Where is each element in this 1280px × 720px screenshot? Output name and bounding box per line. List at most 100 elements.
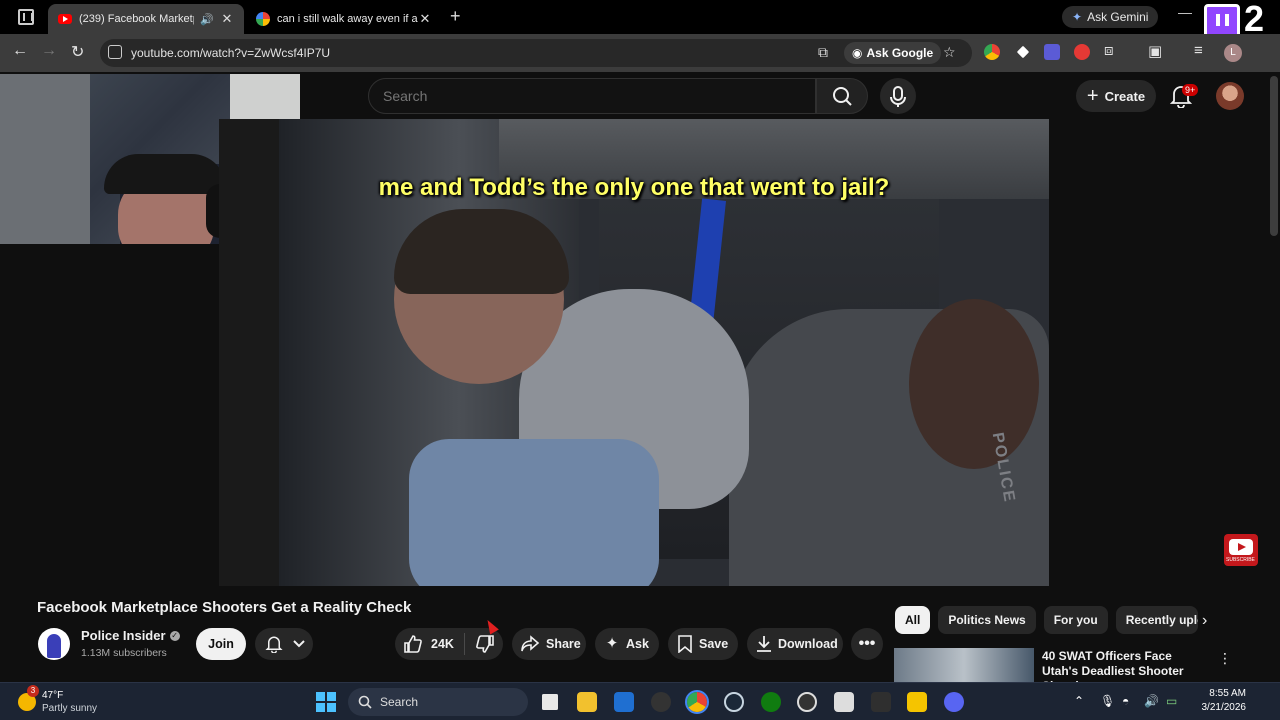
new-tab-icon[interactable]: + <box>450 6 461 27</box>
url-text[interactable]: youtube.com/watch?v=ZwWcsf4IP7U <box>131 46 330 60</box>
search-icon <box>358 695 372 709</box>
extension-twitch-icon[interactable] <box>1044 44 1060 60</box>
chip-politics-news[interactable]: Politics News <box>938 606 1036 634</box>
taskbar-search[interactable]: Search <box>348 688 528 716</box>
microphone-tray-icon[interactable]: 🎙 <box>1100 694 1115 708</box>
chip-for-you[interactable]: For you <box>1043 606 1108 634</box>
share-label: Share <box>546 637 581 651</box>
obs-icon[interactable] <box>651 692 671 712</box>
channel-name-row[interactable]: Police Insider ✓ <box>81 628 180 643</box>
tab-youtube[interactable]: (239) Facebook Marketplac 🔊 ✕ <box>48 4 244 34</box>
address-bar[interactable]: youtube.com/watch?v=ZwWcsf4IP7U ⧉ ◉ Ask … <box>100 39 972 67</box>
speaker-icon[interactable]: 🔊 <box>200 13 214 26</box>
search-input[interactable] <box>369 79 815 113</box>
back-icon[interactable]: ← <box>12 42 28 60</box>
microphone-icon <box>890 86 906 107</box>
tab-title: (239) Facebook Marketplac <box>79 13 194 25</box>
chrome-icon[interactable] <box>685 690 709 714</box>
close-tab-icon[interactable]: ✕ <box>418 11 432 27</box>
save-button[interactable]: Save <box>668 628 738 660</box>
ask-gemini-button[interactable]: ✦ Ask Gemini <box>1062 6 1159 28</box>
download-button[interactable]: Download <box>747 628 843 660</box>
thumbs-up-icon[interactable] <box>403 634 423 654</box>
reading-list-icon[interactable]: ≡ <box>1194 42 1203 59</box>
system-clock[interactable]: 8:55 AM 3/21/2026 <box>1180 687 1247 715</box>
webcam-wall <box>0 74 90 244</box>
google-favicon-icon <box>256 12 270 26</box>
side-panel-icon[interactable]: ▣ <box>1148 42 1162 60</box>
tab-google[interactable]: can i still walk away even if a co ✕ <box>246 4 442 34</box>
save-label: Save <box>699 637 729 651</box>
cast-icon[interactable]: ⧉ <box>818 44 828 61</box>
extension-diamond-icon[interactable] <box>1016 45 1030 59</box>
webcam-cap <box>104 154 226 194</box>
search-button[interactable] <box>816 78 868 114</box>
channel-avatar[interactable] <box>38 628 70 660</box>
share-button[interactable]: Share <box>512 628 586 660</box>
ubisoft-icon[interactable] <box>797 692 817 712</box>
task-view-icon[interactable] <box>542 694 558 710</box>
more-actions-button[interactable]: ••• <box>851 628 883 660</box>
volume-icon[interactable]: 🔊 <box>1144 694 1159 708</box>
page-scrollbar[interactable] <box>1270 76 1278 236</box>
like-count[interactable]: 24K <box>431 637 454 651</box>
gemini-sparkle-icon: ✦ <box>1072 10 1083 24</box>
ask-button[interactable]: ✦ Ask <box>595 628 659 660</box>
thumbs-down-icon[interactable] <box>475 634 495 654</box>
reload-icon[interactable]: ↻ <box>71 42 84 62</box>
extension-red-icon[interactable] <box>1074 44 1090 60</box>
channel-name[interactable]: Police Insider <box>81 628 166 643</box>
recommendation-thumbnail[interactable] <box>894 648 1034 682</box>
close-tab-icon[interactable]: ✕ <box>220 11 234 27</box>
ask-label: Ask <box>626 637 649 651</box>
discord-icon[interactable] <box>944 692 964 712</box>
subscription-bell-button[interactable] <box>255 628 313 660</box>
site-info-icon[interactable] <box>108 45 122 59</box>
search-icon <box>833 87 852 106</box>
notification-badge: 9+ <box>1182 84 1199 96</box>
weather-temp: 47°F <box>42 690 64 701</box>
subscribe-watermark-icon[interactable]: SUBSCRIBE <box>1224 534 1258 566</box>
minimize-icon[interactable]: — <box>1178 4 1192 20</box>
tab-title: can i still walk away even if a co <box>277 13 418 25</box>
network-icon[interactable]: ◓ <box>1122 694 1129 708</box>
ask-google-label: Ask Google <box>866 46 934 60</box>
subscriber-count: 1.13M subscribers <box>81 647 167 659</box>
join-button[interactable]: Join <box>196 628 246 660</box>
xbox-icon[interactable] <box>761 692 781 712</box>
show-hidden-icons-icon[interactable]: ⌃ <box>1074 694 1084 708</box>
clock-date: 3/21/2026 <box>1201 702 1247 713</box>
bookmark-icon <box>678 635 692 653</box>
voice-search-button[interactable] <box>880 78 916 114</box>
microsoft-store-icon[interactable] <box>614 692 634 712</box>
ask-gemini-label: Ask Gemini <box>1087 10 1149 24</box>
profile-avatar[interactable]: L <box>1224 44 1242 62</box>
video-person-left-jeans <box>409 439 659 586</box>
bookmark-star-icon[interactable]: ☆ <box>943 44 956 61</box>
file-explorer-icon[interactable] <box>577 692 597 712</box>
chevron-down-icon <box>293 640 305 648</box>
extension-color-icon[interactable] <box>984 44 1000 60</box>
youtube-favicon-icon <box>58 14 72 24</box>
window-menu-icon[interactable] <box>18 9 34 25</box>
calculator-icon[interactable] <box>834 692 854 712</box>
create-button[interactable]: + Create <box>1076 80 1156 112</box>
windows-start-icon[interactable] <box>316 692 336 712</box>
rockstar-icon[interactable] <box>907 692 927 712</box>
more-vertical-icon[interactable]: ⋮ <box>1218 650 1232 667</box>
search-box[interactable] <box>368 78 816 114</box>
epic-games-icon[interactable] <box>871 692 891 712</box>
chip-all[interactable]: All <box>895 606 931 634</box>
account-avatar[interactable] <box>1216 82 1244 110</box>
like-dislike-group: 24K <box>395 628 503 660</box>
chevron-right-icon[interactable]: › <box>1202 612 1207 630</box>
windows-taskbar: 47°F Partly sunny 3 Search ⌃ 🎙 ◓ 🔊 ▭ 8:5… <box>0 682 1280 720</box>
ask-google-button[interactable]: ◉ Ask Google <box>844 42 942 64</box>
forward-icon[interactable]: → <box>41 42 57 60</box>
chip-recently-uploaded[interactable]: Recently uploa <box>1115 606 1198 634</box>
battery-icon[interactable]: ▭ <box>1166 694 1177 708</box>
verified-check-icon: ✓ <box>169 630 180 641</box>
video-caption: me and Todd’s the only one that went to … <box>378 174 890 201</box>
extensions-puzzle-icon[interactable]: ⧈ <box>1104 42 1114 59</box>
steam-icon[interactable] <box>724 692 744 712</box>
